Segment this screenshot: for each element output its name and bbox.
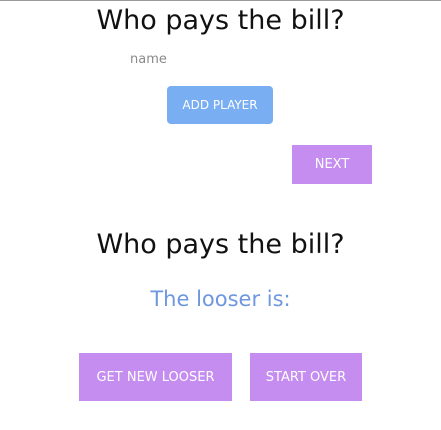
player-name-input[interactable] — [126, 48, 290, 70]
top-divider — [0, 0, 441, 1]
page-title: Who pays the bill? — [96, 5, 345, 36]
get-new-looser-button[interactable]: GET NEW LOOSER — [79, 353, 232, 401]
add-player-button[interactable]: ADD PLAYER — [167, 86, 273, 124]
looser-result-text: The looser is: — [150, 287, 291, 311]
start-over-button[interactable]: START OVER — [250, 353, 362, 401]
next-button[interactable]: NEXT — [292, 145, 372, 184]
result-title: Who pays the bill? — [96, 229, 345, 260]
